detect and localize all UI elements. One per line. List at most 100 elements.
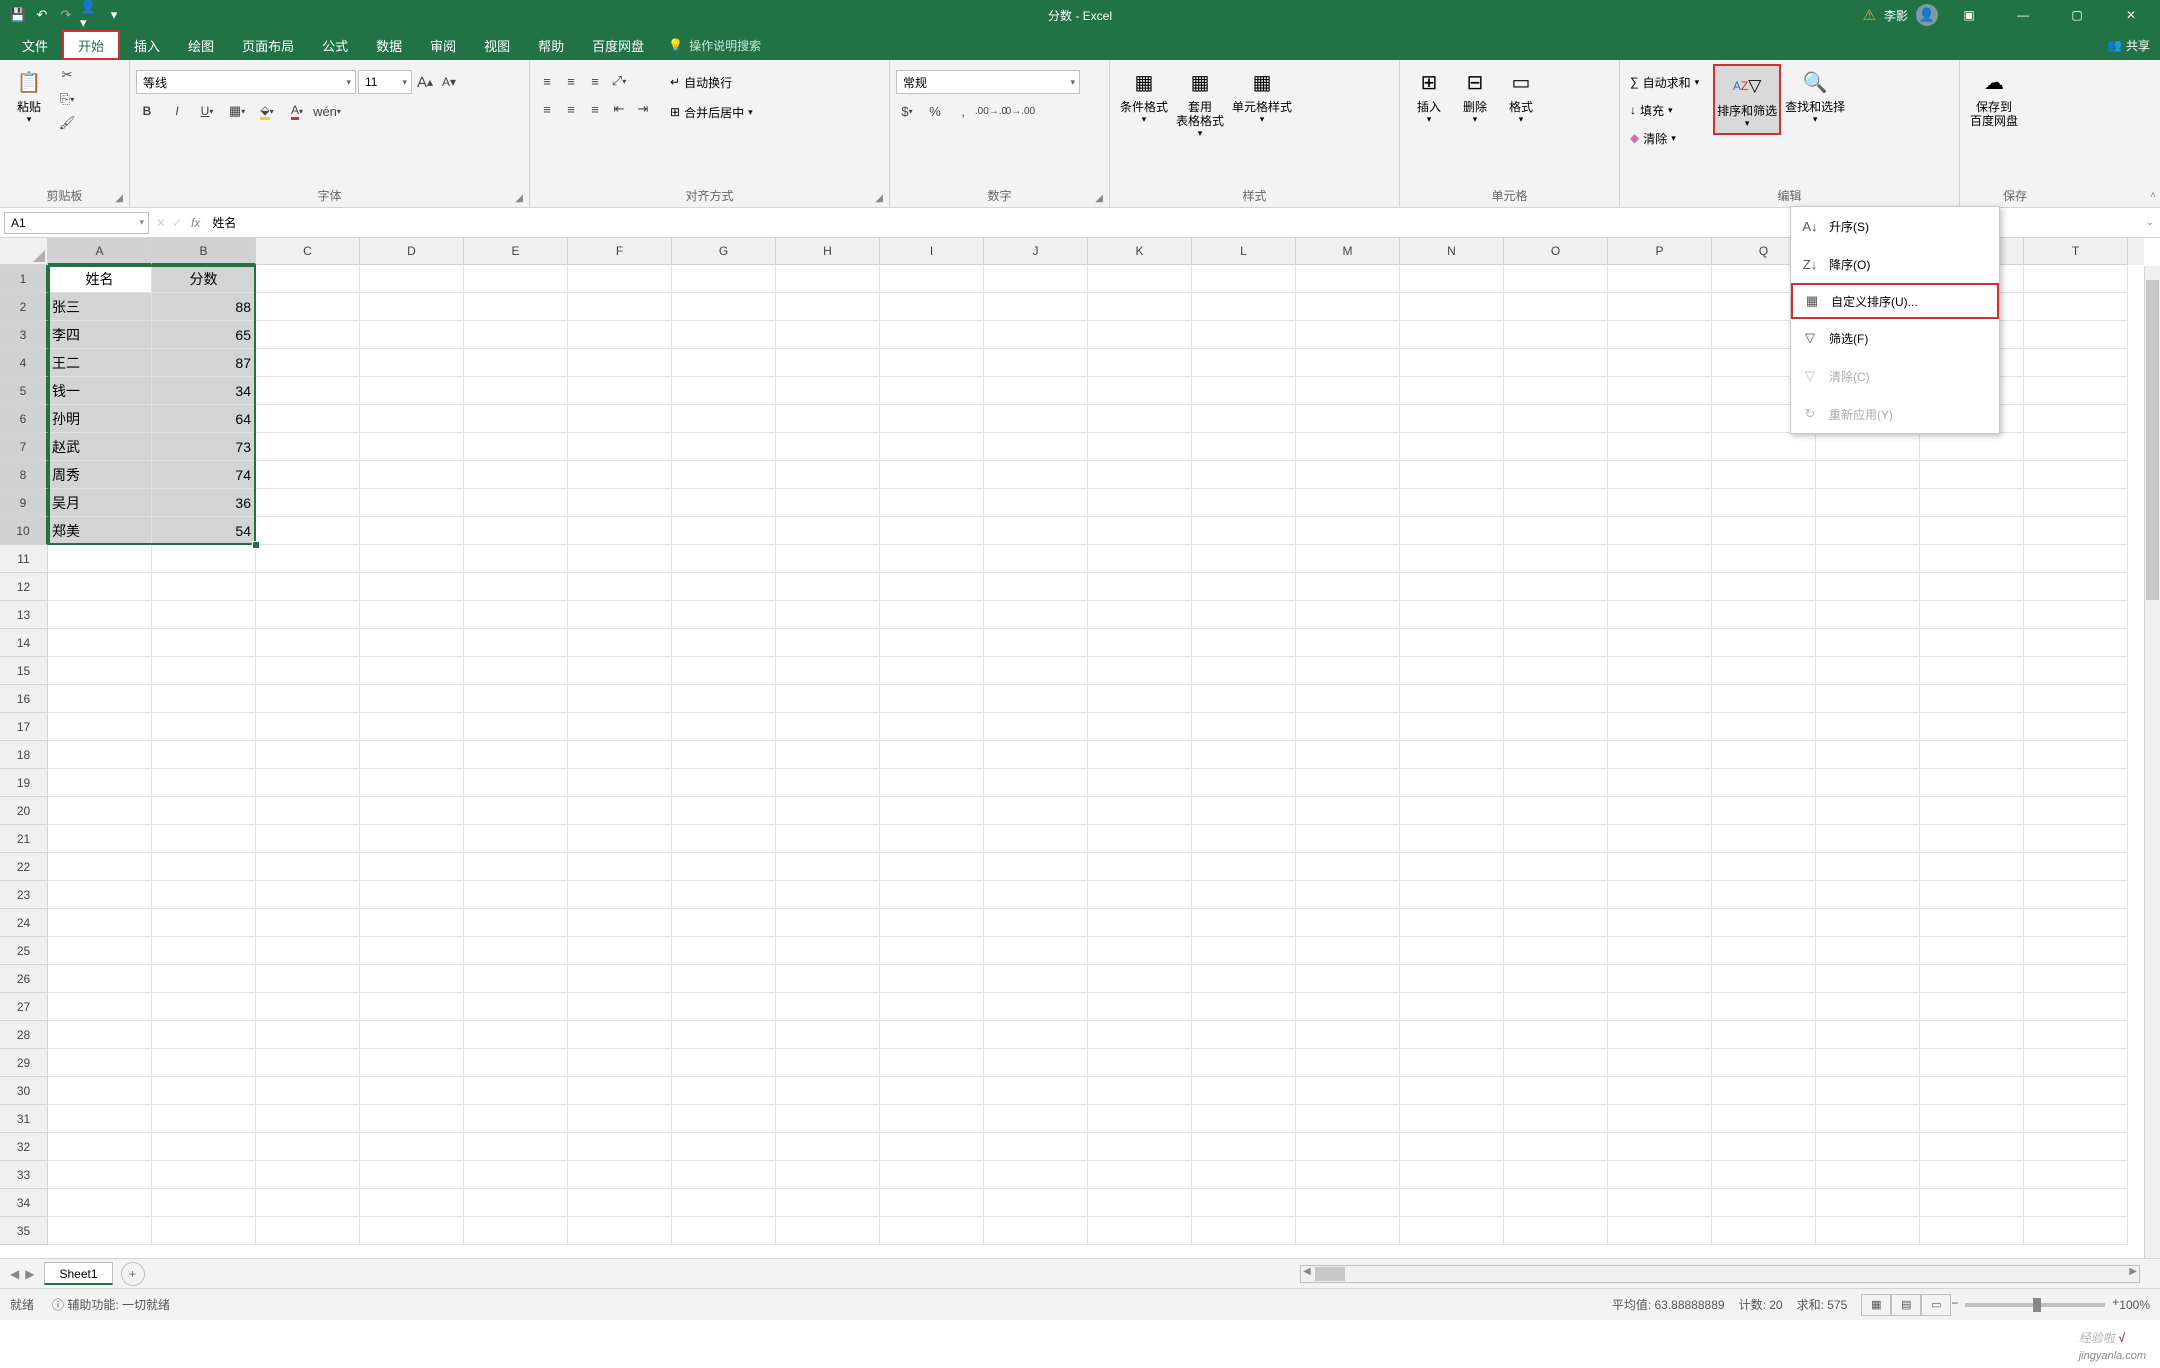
avatar-icon[interactable]: 👤 — [1916, 4, 1938, 26]
col-header[interactable]: T — [2024, 238, 2128, 265]
cell[interactable] — [2024, 1217, 2128, 1245]
cell[interactable] — [2024, 601, 2128, 629]
cell[interactable] — [1296, 573, 1400, 601]
cell[interactable] — [568, 601, 672, 629]
cell[interactable] — [568, 881, 672, 909]
cell[interactable] — [1088, 349, 1192, 377]
row-header[interactable]: 29 — [0, 1049, 48, 1077]
cell[interactable] — [880, 265, 984, 293]
cell[interactable] — [48, 1133, 152, 1161]
cell[interactable] — [1920, 1021, 2024, 1049]
cell[interactable] — [256, 657, 360, 685]
cell[interactable] — [880, 461, 984, 489]
cell[interactable] — [568, 1021, 672, 1049]
cell[interactable] — [1712, 1105, 1816, 1133]
cell[interactable] — [256, 545, 360, 573]
cell[interactable] — [1296, 881, 1400, 909]
cell[interactable] — [984, 1217, 1088, 1245]
row-header[interactable]: 24 — [0, 909, 48, 937]
cell[interactable] — [1816, 825, 1920, 853]
cell[interactable] — [776, 377, 880, 405]
cell[interactable] — [360, 601, 464, 629]
cell[interactable]: 65 — [152, 321, 256, 349]
col-header[interactable]: G — [672, 238, 776, 265]
tab-data[interactable]: 数据 — [362, 30, 416, 60]
cell[interactable] — [2024, 545, 2128, 573]
decrease-indent-icon[interactable]: ⇤ — [608, 98, 630, 120]
cell[interactable] — [672, 321, 776, 349]
cell[interactable] — [1088, 769, 1192, 797]
cell[interactable] — [1088, 573, 1192, 601]
cell[interactable] — [1504, 629, 1608, 657]
cell[interactable] — [984, 265, 1088, 293]
paste-button[interactable]: 📋粘贴▾ — [6, 64, 52, 127]
cell[interactable] — [1816, 769, 1920, 797]
cell[interactable] — [672, 601, 776, 629]
cell[interactable] — [1608, 1217, 1712, 1245]
cell[interactable] — [1296, 937, 1400, 965]
cell[interactable] — [1504, 433, 1608, 461]
prev-sheet-icon[interactable]: ◀ — [10, 1267, 19, 1281]
cell[interactable] — [1608, 377, 1712, 405]
wrap-text-button[interactable]: ↵自动换行 — [666, 70, 757, 94]
format-painter-icon[interactable]: 🖌 — [56, 112, 78, 134]
cell[interactable] — [464, 1021, 568, 1049]
cell[interactable] — [48, 1077, 152, 1105]
cell[interactable] — [568, 825, 672, 853]
fill-color-icon[interactable]: ⬙▾ — [256, 100, 278, 122]
cell[interactable] — [1192, 461, 1296, 489]
col-header[interactable]: N — [1400, 238, 1504, 265]
cell[interactable] — [152, 853, 256, 881]
cell[interactable] — [48, 685, 152, 713]
cell[interactable] — [1504, 657, 1608, 685]
cell[interactable] — [1920, 1105, 2024, 1133]
cell[interactable] — [48, 769, 152, 797]
cell[interactable] — [360, 1189, 464, 1217]
cell[interactable] — [1608, 293, 1712, 321]
cell[interactable]: 吴月 — [48, 489, 152, 517]
row-header[interactable]: 30 — [0, 1077, 48, 1105]
cell[interactable] — [1296, 825, 1400, 853]
cell[interactable] — [1504, 545, 1608, 573]
cell[interactable] — [152, 601, 256, 629]
cell[interactable] — [984, 1161, 1088, 1189]
cell[interactable] — [1920, 1133, 2024, 1161]
cell[interactable] — [152, 657, 256, 685]
cell[interactable] — [48, 1105, 152, 1133]
cell[interactable] — [1712, 909, 1816, 937]
cell[interactable] — [984, 377, 1088, 405]
col-header[interactable]: C — [256, 238, 360, 265]
cell[interactable] — [1192, 601, 1296, 629]
cell[interactable] — [984, 909, 1088, 937]
cell[interactable] — [880, 1217, 984, 1245]
cell[interactable] — [1504, 825, 1608, 853]
cell[interactable] — [464, 545, 568, 573]
cell[interactable] — [984, 405, 1088, 433]
cell[interactable] — [1400, 685, 1504, 713]
cell[interactable] — [1400, 1161, 1504, 1189]
cell[interactable] — [256, 797, 360, 825]
cell[interactable] — [776, 657, 880, 685]
cell[interactable] — [1192, 825, 1296, 853]
cell[interactable] — [1192, 965, 1296, 993]
menu-sort-asc[interactable]: A↓升序(S) — [1791, 207, 1999, 245]
cell[interactable] — [1192, 629, 1296, 657]
cell[interactable] — [1816, 573, 1920, 601]
cell[interactable] — [360, 349, 464, 377]
cell[interactable] — [1712, 769, 1816, 797]
cell[interactable] — [464, 993, 568, 1021]
cell[interactable] — [1816, 909, 1920, 937]
cell[interactable] — [1608, 1189, 1712, 1217]
cell[interactable] — [360, 657, 464, 685]
cell[interactable] — [256, 489, 360, 517]
cell[interactable] — [1816, 489, 1920, 517]
cell[interactable] — [1192, 545, 1296, 573]
cell[interactable] — [568, 1189, 672, 1217]
cell[interactable] — [1608, 741, 1712, 769]
cell[interactable] — [1920, 545, 2024, 573]
row-header[interactable]: 2 — [0, 293, 48, 321]
cell[interactable] — [1608, 1161, 1712, 1189]
select-all-button[interactable] — [0, 238, 48, 265]
cell[interactable] — [568, 741, 672, 769]
cell[interactable] — [256, 265, 360, 293]
